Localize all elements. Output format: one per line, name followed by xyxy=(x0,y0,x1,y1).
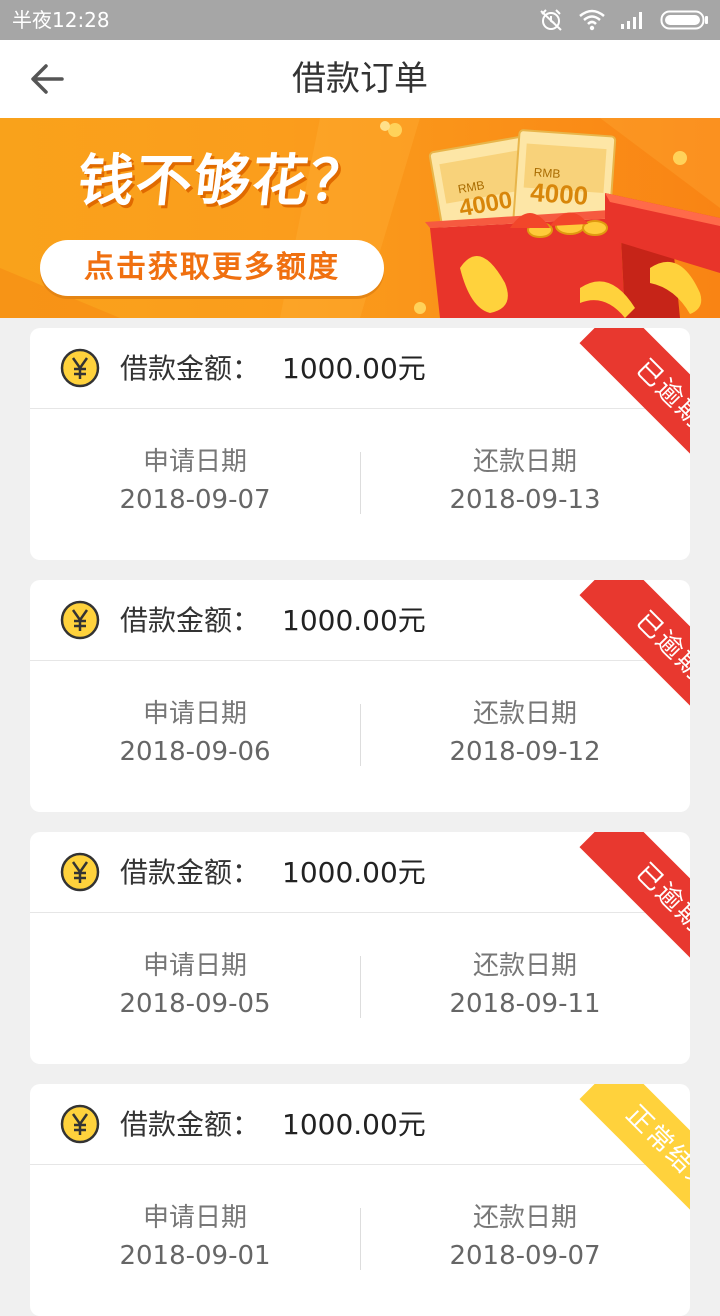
order-card[interactable]: 借款金额： 1000.00元 申请日期 2018-09-06 还款日期 2018… xyxy=(30,580,690,812)
apply-date-label: 申请日期 xyxy=(142,1203,247,1233)
apply-date-label: 申请日期 xyxy=(142,951,247,981)
status-ribbon: 已逾期 xyxy=(550,580,690,720)
apply-date-value: 2018-09-01 xyxy=(119,1241,271,1271)
status-time: 半夜12:28 xyxy=(12,8,110,32)
get-more-credit-button[interactable]: 点击获取更多额度 xyxy=(40,240,384,296)
status-ribbon: 已逾期 xyxy=(550,832,690,972)
status-badge: 已逾期 xyxy=(579,832,690,972)
amount-label: 借款金额： xyxy=(120,604,261,637)
apply-date-block: 申请日期 2018-09-05 xyxy=(30,948,360,1024)
page-title: 借款订单 xyxy=(292,59,428,99)
status-ribbon: 已逾期 xyxy=(550,328,690,468)
apply-date-value: 2018-09-07 xyxy=(119,485,271,515)
amount-value: 1000.00元 xyxy=(282,1108,426,1141)
amount-label: 借款金额： xyxy=(120,856,261,889)
yen-coin-icon xyxy=(60,1104,100,1144)
yen-coin-icon xyxy=(60,852,100,892)
apply-date-value: 2018-09-05 xyxy=(119,989,271,1019)
signal-icon xyxy=(621,12,642,29)
repay-date-value: 2018-09-12 xyxy=(449,737,601,767)
apply-date-label: 申请日期 xyxy=(142,699,247,729)
order-card[interactable]: 借款金额： 1000.00元 申请日期 2018-09-07 还款日期 2018… xyxy=(30,328,690,560)
repay-date-value: 2018-09-13 xyxy=(449,485,601,515)
amount-value: 1000.00元 xyxy=(282,352,426,385)
status-bar: 半夜12:28 xyxy=(0,0,720,40)
gift-box-illustration: RMB 4000 RMB 4000 xyxy=(425,129,720,318)
amount-label: 借款金额： xyxy=(120,1108,261,1141)
banner-headline: 钱不够花？ xyxy=(74,149,372,214)
ticket-amount-2: 4000 xyxy=(529,177,589,211)
apply-date-label: 申请日期 xyxy=(142,447,247,477)
yen-coin-icon xyxy=(60,348,100,388)
promo-banner[interactable]: 钱不够花？ 点击获取更多额度 RMB 4000 RMB 4000 xyxy=(0,118,720,318)
repay-date-value: 2018-09-07 xyxy=(449,1241,601,1271)
battery-icon xyxy=(660,10,708,30)
yen-coin-icon xyxy=(60,600,100,640)
amount-label: 借款金额： xyxy=(120,352,261,385)
apply-date-block: 申请日期 2018-09-06 xyxy=(30,696,360,772)
status-badge: 已逾期 xyxy=(579,328,690,468)
alarm-off-icon xyxy=(540,9,562,31)
app-header: 借款订单 xyxy=(0,40,720,119)
status-icons xyxy=(538,8,710,32)
status-badge: 已逾期 xyxy=(579,580,690,720)
amount-value: 1000.00元 xyxy=(282,856,426,889)
order-card[interactable]: 借款金额： 1000.00元 申请日期 2018-09-01 还款日期 2018… xyxy=(30,1084,690,1316)
amount-value: 1000.00元 xyxy=(282,604,426,637)
status-badge: 正常结束 xyxy=(579,1084,690,1224)
order-card[interactable]: 借款金额： 1000.00元 申请日期 2018-09-05 还款日期 2018… xyxy=(30,832,690,1064)
status-ribbon: 正常结束 xyxy=(550,1084,690,1224)
repay-date-value: 2018-09-11 xyxy=(449,989,601,1019)
apply-date-value: 2018-09-06 xyxy=(119,737,271,767)
apply-date-block: 申请日期 2018-09-01 xyxy=(30,1200,360,1276)
apply-date-block: 申请日期 2018-09-07 xyxy=(30,444,360,520)
wifi-icon xyxy=(579,9,605,31)
